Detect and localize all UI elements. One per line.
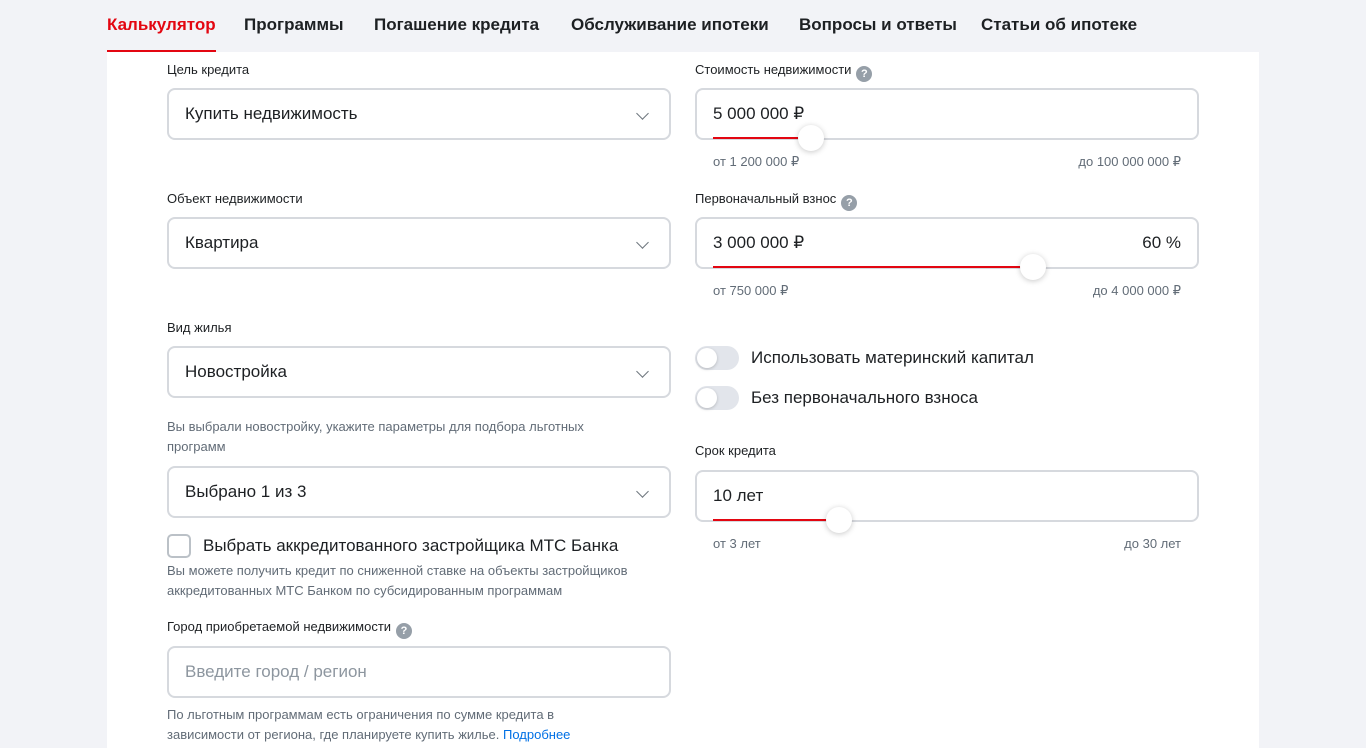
programs-value: Выбрано 1 из 3 bbox=[185, 482, 307, 501]
chevron-down-icon bbox=[636, 236, 649, 249]
term-slider-thumb[interactable] bbox=[826, 507, 852, 533]
programs-hint: Вы выбрали новостройку, укажите параметр… bbox=[167, 419, 584, 454]
price-input[interactable]: 5 000 000 ₽ bbox=[695, 88, 1199, 140]
tab-repayment[interactable]: Погашение кредита bbox=[374, 0, 539, 52]
down-payment-slider-track bbox=[713, 266, 1033, 268]
price-slider-track bbox=[713, 137, 811, 139]
down-payment-value: 3 000 000 ₽ bbox=[713, 233, 805, 252]
no-down-payment-label[interactable]: Без первоначального взноса bbox=[751, 388, 978, 408]
accredited-checkbox[interactable] bbox=[167, 534, 191, 558]
down-payment-max: до 4 000 000 ₽ bbox=[1092, 283, 1181, 298]
tab-mortgage-service[interactable]: Обслуживание ипотеки bbox=[571, 0, 769, 52]
tab-calculator[interactable]: Калькулятор bbox=[107, 0, 216, 52]
top-navigation: Калькулятор Программы Погашение кредита … bbox=[0, 0, 1366, 52]
term-input[interactable]: 10 лет bbox=[695, 470, 1199, 522]
city-hint-text: По льготным программам есть ограничения … bbox=[167, 707, 555, 742]
price-slider-thumb[interactable] bbox=[798, 125, 824, 151]
housing-value: Новостройка bbox=[185, 362, 287, 381]
help-icon[interactable]: ? bbox=[856, 66, 873, 82]
help-icon[interactable]: ? bbox=[396, 623, 413, 639]
toggle-knob bbox=[697, 388, 717, 408]
accredited-label[interactable]: Выбрать аккредитованного застройщика МТС… bbox=[203, 536, 618, 556]
down-payment-label-text: Первоначальный взнос bbox=[695, 191, 837, 206]
housing-label: Вид жилья bbox=[167, 320, 232, 335]
term-label: Срок кредита bbox=[695, 443, 776, 458]
term-max: до 30 лет bbox=[1124, 536, 1181, 551]
object-value: Квартира bbox=[185, 233, 259, 252]
price-label: Стоимость недвижимости? bbox=[695, 62, 873, 82]
object-label: Объект недвижимости bbox=[167, 191, 303, 206]
down-payment-label: Первоначальный взнос? bbox=[695, 191, 858, 211]
term-value: 10 лет bbox=[713, 486, 764, 505]
tab-programs[interactable]: Программы bbox=[244, 0, 344, 52]
toggle-knob bbox=[697, 348, 717, 368]
purpose-select[interactable]: Купить недвижимость bbox=[167, 88, 671, 140]
programs-select[interactable]: Выбрано 1 из 3 bbox=[167, 466, 671, 518]
down-payment-percent: 60 % bbox=[1142, 233, 1181, 252]
term-slider-track bbox=[713, 519, 839, 521]
price-value: 5 000 000 ₽ bbox=[713, 104, 805, 123]
price-max: до 100 000 000 ₽ bbox=[1078, 154, 1181, 169]
purpose-label: Цель кредита bbox=[167, 62, 250, 77]
city-hint: По льготным программам есть ограничения … bbox=[167, 705, 627, 745]
price-min: от 1 200 000 ₽ bbox=[713, 154, 800, 169]
object-select[interactable]: Квартира bbox=[167, 217, 671, 269]
help-icon[interactable]: ? bbox=[841, 195, 858, 211]
down-payment-min: от 750 000 ₽ bbox=[713, 283, 789, 298]
price-label-text: Стоимость недвижимости bbox=[695, 62, 852, 77]
chevron-down-icon bbox=[636, 485, 649, 498]
more-link[interactable]: Подробнее bbox=[503, 727, 570, 742]
maternity-capital-toggle[interactable] bbox=[695, 346, 739, 370]
no-down-payment-toggle[interactable] bbox=[695, 386, 739, 410]
tab-faq[interactable]: Вопросы и ответы bbox=[799, 0, 957, 52]
chevron-down-icon bbox=[636, 107, 649, 120]
city-placeholder: Введите город / регион bbox=[185, 662, 367, 681]
city-input[interactable]: Введите город / регион bbox=[167, 646, 671, 698]
housing-select[interactable]: Новостройка bbox=[167, 346, 671, 398]
maternity-capital-label[interactable]: Использовать материнский капитал bbox=[751, 348, 1034, 368]
down-payment-input[interactable]: 3 000 000 ₽ 60 % bbox=[695, 217, 1199, 269]
down-payment-slider-thumb[interactable] bbox=[1020, 254, 1046, 280]
tab-articles[interactable]: Статьи об ипотеке bbox=[981, 0, 1137, 52]
calculator-card: Цель кредита Купить недвижимость Объект … bbox=[107, 52, 1259, 748]
accredited-hint: Вы можете получить кредит по сниженной с… bbox=[167, 563, 628, 598]
term-min: от 3 лет bbox=[713, 536, 761, 551]
city-label: Город приобретаемой недвижимости? bbox=[167, 619, 413, 639]
chevron-down-icon bbox=[636, 365, 649, 378]
purpose-value: Купить недвижимость bbox=[185, 104, 358, 123]
city-label-text: Город приобретаемой недвижимости bbox=[167, 619, 392, 634]
